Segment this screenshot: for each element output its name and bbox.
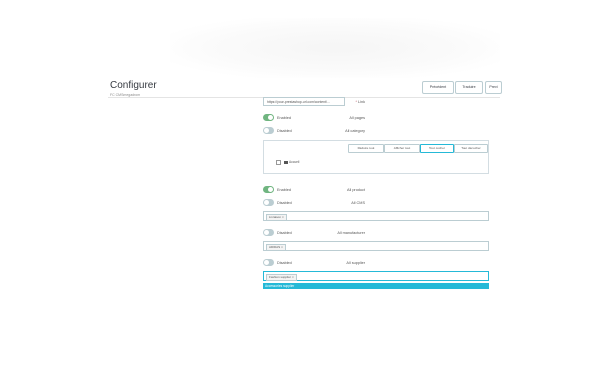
all-supplier-row: All supplier Disabled	[108, 258, 500, 268]
only-supplier-row: Only this supplier Fashion supplier×	[108, 271, 500, 281]
all-pages-state: Enabled	[277, 116, 291, 120]
link-input[interactable]: https://your-prestashop-url.com/content/…	[263, 97, 345, 106]
supplier-suggestion[interactable]: Accessories supplier	[263, 283, 489, 289]
page-title: Configurer	[110, 80, 157, 91]
all-manufacturer-state: Disabled	[277, 231, 292, 235]
all-pages-switch[interactable]	[263, 114, 274, 121]
all-product-state: Enabled	[277, 188, 291, 192]
remove-tag-icon[interactable]: ×	[281, 245, 283, 249]
all-category-switch[interactable]	[263, 127, 274, 134]
expand-all-button[interactable]: Afficher tout	[384, 144, 420, 153]
tree-item-home[interactable]: Accueil	[276, 159, 299, 165]
all-category-state: Disabled	[277, 129, 292, 133]
folder-icon	[284, 160, 288, 164]
previous-button[interactable]: Précédent	[422, 81, 454, 94]
supplier-tag-input[interactable]: Fashion supplier×	[263, 271, 489, 281]
check-all-button[interactable]: Tout cocher	[420, 144, 454, 153]
link-row: * Link https://your-prestashop-url.com/c…	[108, 97, 500, 107]
only-cms-row: Only this CMS Livraison×	[108, 211, 500, 221]
all-cms-switch[interactable]	[263, 199, 274, 206]
all-manufacturer-row: All manufacturer Disabled	[108, 228, 500, 238]
all-cms-state: Disabled	[277, 201, 292, 205]
manufacturer-tag: ADIDAS×	[266, 244, 286, 251]
collapse-all-button[interactable]: Réduire tout	[348, 144, 384, 153]
translate-button[interactable]: Traduire	[455, 81, 483, 94]
manufacturer-tag-input[interactable]: ADIDAS×	[263, 241, 489, 251]
all-product-switch[interactable]	[263, 186, 274, 193]
blurred-background	[170, 18, 500, 78]
supplier-tag: Fashion supplier×	[266, 274, 297, 281]
all-pages-row: All pages Enabled	[108, 113, 500, 123]
remove-tag-icon[interactable]: ×	[292, 275, 294, 279]
only-manufacturer-row: Only this manufacturer ADIDAS×	[108, 241, 500, 251]
preview-button[interactable]: Previ	[485, 81, 502, 94]
all-cms-row: All CMS Disabled	[108, 198, 500, 208]
checkbox-icon[interactable]	[276, 159, 281, 165]
all-manufacturer-switch[interactable]	[263, 229, 274, 236]
cms-tag-input[interactable]: Livraison×	[263, 211, 489, 221]
all-category-row: All category Disabled	[108, 126, 500, 136]
all-product-row: All product Enabled	[108, 185, 500, 195]
tree-item-label: Accueil	[289, 160, 300, 164]
remove-tag-icon[interactable]: ×	[282, 215, 284, 219]
all-supplier-state: Disabled	[277, 261, 292, 265]
uncheck-all-button[interactable]: Tout décocher	[454, 144, 488, 153]
category-tree: Réduire tout Afficher tout Tout cocher T…	[263, 140, 489, 174]
all-supplier-switch[interactable]	[263, 259, 274, 266]
cms-tag: Livraison×	[266, 214, 287, 221]
